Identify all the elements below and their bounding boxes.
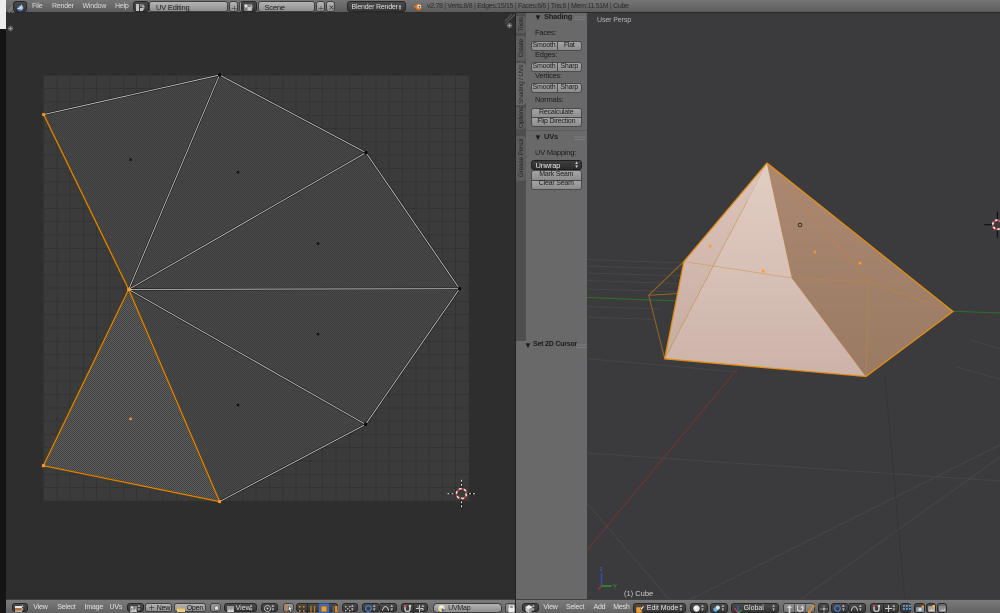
svg-text:z: z (600, 567, 603, 573)
svg-text:Y: Y (613, 585, 617, 591)
